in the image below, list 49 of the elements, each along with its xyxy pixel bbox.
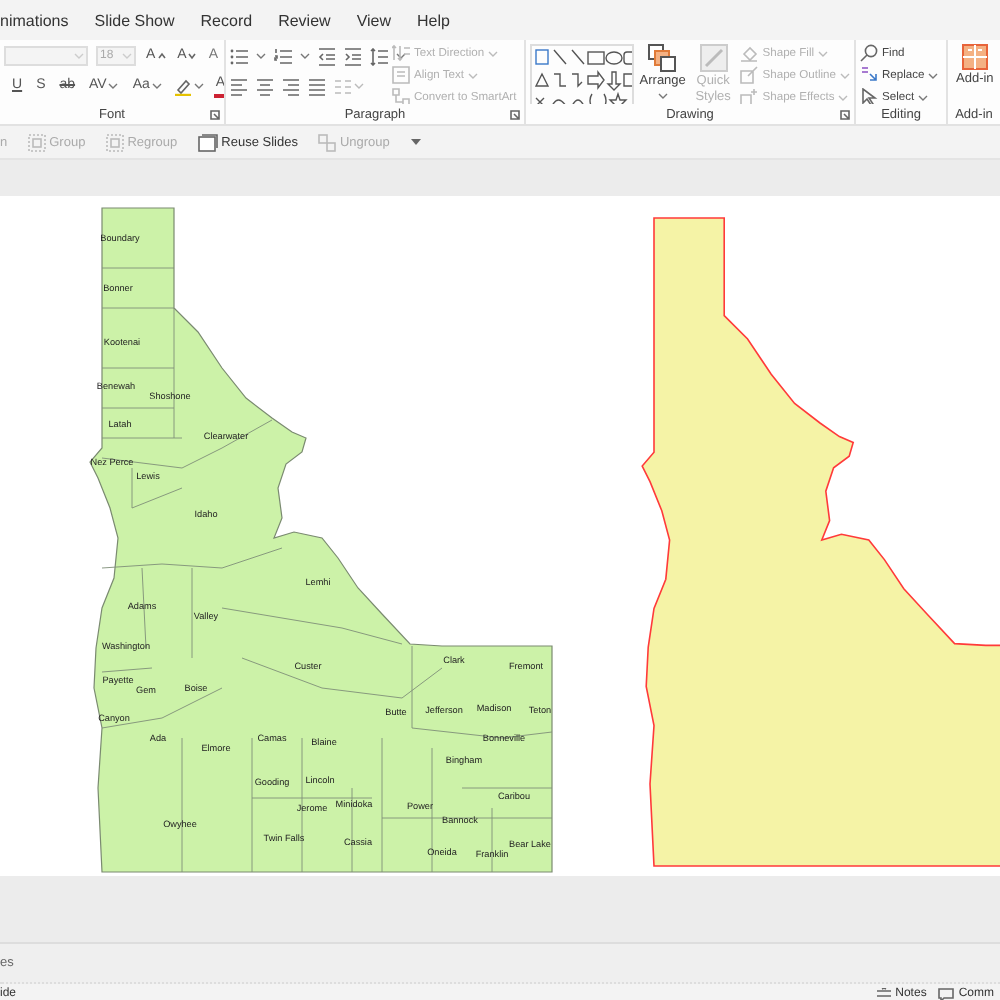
caret-icon — [108, 82, 119, 90]
search-icon — [860, 44, 878, 62]
align-center-icon[interactable] — [256, 77, 274, 95]
speech-bubble-icon — [938, 987, 955, 1000]
ribbon-tab[interactable]: Record — [200, 11, 253, 29]
caret-icon — [396, 52, 406, 60]
ribbon-tab[interactable]: Review — [278, 11, 331, 29]
align-text-icon — [392, 66, 410, 84]
dialog-launcher-icon[interactable] — [210, 110, 220, 120]
caret-icon — [840, 71, 850, 79]
indent-icon[interactable] — [344, 47, 362, 65]
up-caret-icon — [157, 52, 166, 60]
notes-icon — [875, 987, 892, 1000]
caret-icon — [74, 52, 84, 60]
caret-icon — [838, 93, 849, 101]
dashed-squares-icon — [27, 133, 46, 151]
caret-icon — [256, 52, 266, 60]
line-spacing-icon[interactable] — [370, 47, 388, 65]
caret-icon — [122, 52, 132, 60]
text-direction-icon — [392, 44, 410, 62]
ribbon-tab[interactable]: Help — [417, 11, 450, 29]
down-caret-icon — [188, 52, 197, 60]
align-right-icon[interactable] — [282, 77, 300, 95]
align-left-icon[interactable] — [230, 77, 248, 95]
caret-icon — [193, 82, 204, 90]
shapes-gallery-drawing[interactable] — [532, 46, 632, 104]
dialog-launcher-icon[interactable] — [510, 110, 520, 120]
font-name-field[interactable] — [4, 46, 88, 66]
slides-icon — [197, 133, 218, 151]
caret-icon — [657, 92, 668, 100]
ribbon-tab[interactable]: View — [356, 11, 392, 29]
dialog-launcher-icon[interactable] — [840, 110, 850, 120]
ribbon-tab[interactable]: Slide Show — [94, 11, 175, 29]
cursor-icon — [860, 88, 878, 104]
flowchart-icon — [392, 88, 410, 104]
more-caret-icon[interactable] — [409, 138, 422, 146]
dashed-squares-icon — [105, 133, 124, 151]
caret-icon — [818, 49, 829, 57]
outdent-icon[interactable] — [318, 47, 336, 65]
split-squares-icon — [317, 133, 336, 151]
caret-icon — [300, 52, 310, 60]
bullet-list-icon[interactable] — [230, 47, 248, 65]
justify-icon[interactable] — [308, 77, 326, 95]
highlighter-icon[interactable] — [173, 77, 192, 95]
caret-icon — [151, 82, 162, 90]
caret-icon — [354, 82, 364, 90]
replace-icon — [860, 66, 878, 84]
numbered-list-icon[interactable] — [274, 47, 292, 65]
ribbon-tab[interactable]: nimations — [0, 11, 69, 29]
